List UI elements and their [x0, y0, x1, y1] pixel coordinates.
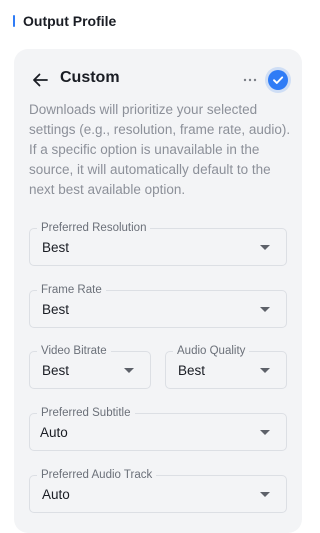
section-accent-bar: [13, 15, 15, 27]
output-profile-page: Output Profile Custom Downloads will pri…: [0, 0, 310, 533]
check-circle-icon[interactable]: [268, 70, 288, 90]
video-bitrate-select[interactable]: Video Bitrate Best: [29, 344, 151, 389]
field-value: Best: [42, 363, 70, 378]
caret-down-icon: [260, 368, 270, 373]
field-value: Best: [42, 302, 70, 317]
profile-description: Downloads will prioritize your selected …: [29, 102, 291, 197]
field-label: Frame Rate: [37, 283, 106, 297]
field-label: Preferred Audio Track: [37, 468, 157, 482]
field-label: Preferred Subtitle: [37, 406, 135, 420]
field-value: Auto: [42, 487, 70, 502]
preferred-subtitle-select[interactable]: Preferred Subtitle Auto: [29, 406, 287, 451]
caret-down-icon: [260, 245, 270, 250]
field-label: Video Bitrate: [37, 344, 111, 358]
frame-rate-select[interactable]: Frame Rate Best: [29, 283, 287, 328]
more-horizontal-icon[interactable]: [241, 71, 259, 89]
field-value: Best: [178, 363, 206, 378]
card-header: Custom: [14, 68, 302, 92]
caret-down-icon: [260, 492, 270, 497]
field-label: Audio Quality: [173, 344, 250, 358]
caret-down-icon: [260, 307, 270, 312]
custom-profile-card: Custom Downloads will prioritize your se…: [14, 49, 302, 533]
field-value: Best: [42, 240, 70, 255]
card-title: Custom: [60, 69, 120, 86]
section-header: Output Profile: [13, 12, 116, 30]
field-label: Preferred Resolution: [37, 221, 151, 235]
preferred-audio-track-select[interactable]: Preferred Audio Track Auto: [29, 468, 287, 513]
arrow-left-icon[interactable]: [31, 71, 49, 89]
audio-quality-select[interactable]: Audio Quality Best: [165, 344, 287, 389]
field-value: Auto: [40, 425, 68, 440]
section-title: Output Profile: [23, 13, 117, 29]
caret-down-icon: [260, 430, 270, 435]
caret-down-icon: [124, 368, 134, 373]
preferred-resolution-select[interactable]: Preferred Resolution Best: [29, 221, 287, 266]
